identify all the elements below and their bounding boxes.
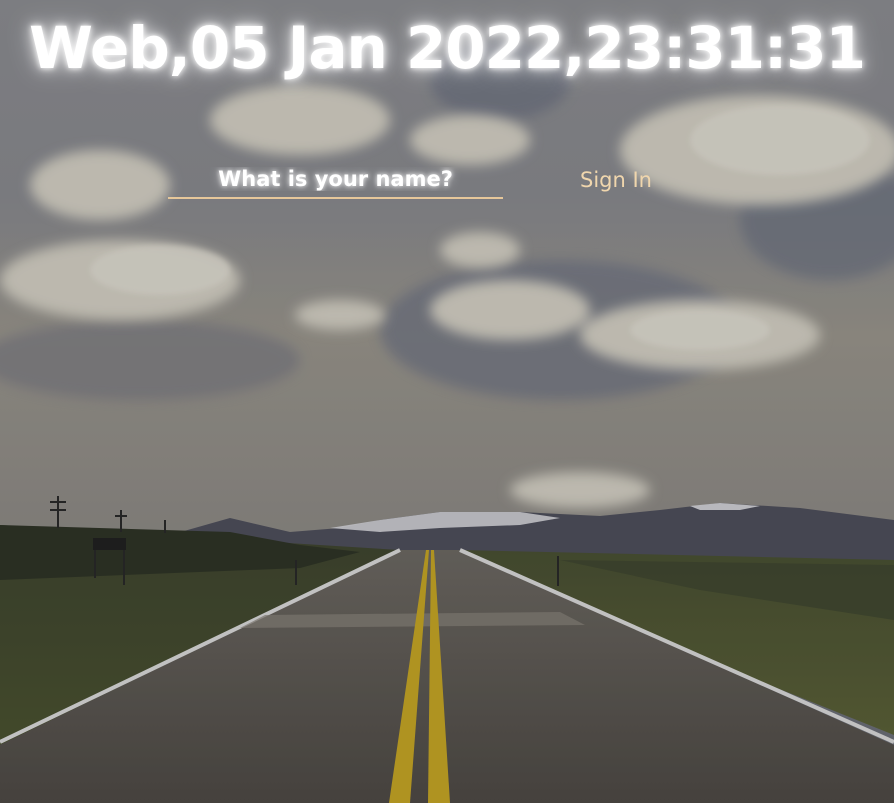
name-input[interactable] [168,160,503,199]
login-form: Sign In [168,160,728,204]
date-time-clock: Web,05 Jan 2022,23:31:31 [29,14,866,82]
road-landscape-background [0,0,894,803]
wallpaper-scene: Web,05 Jan 2022,23:31:31 Sign In [0,0,894,803]
sign-in-button[interactable]: Sign In [580,164,652,196]
